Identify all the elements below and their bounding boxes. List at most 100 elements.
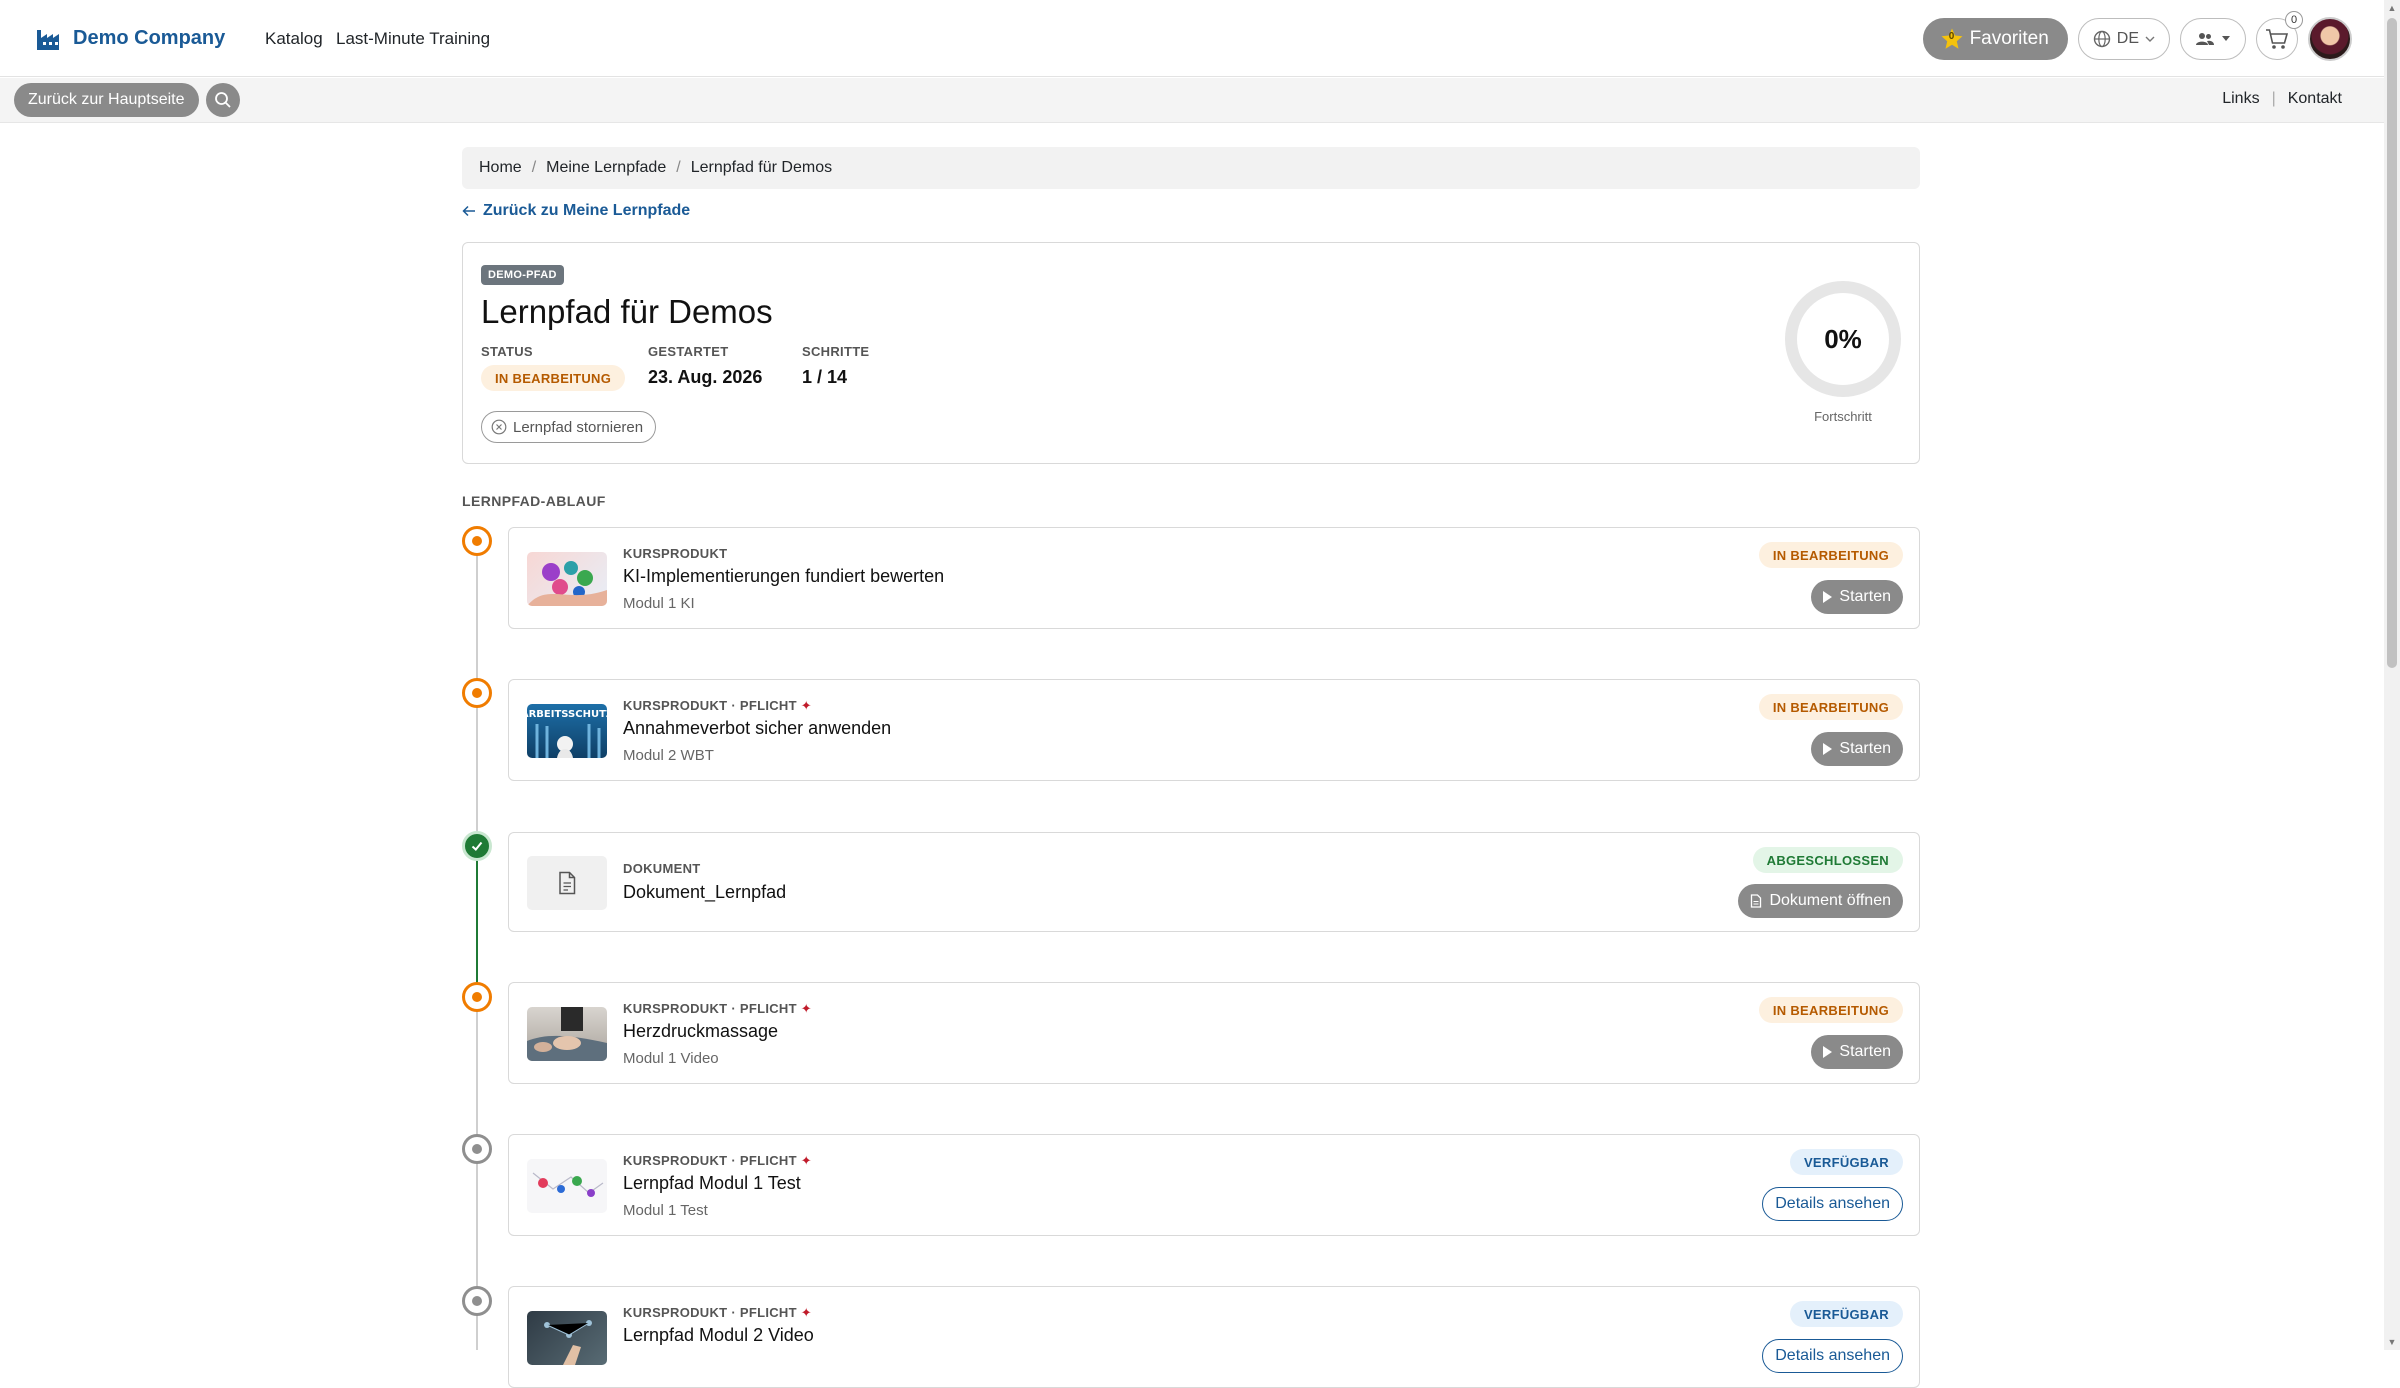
start-button[interactable]: Starten [1811, 580, 1903, 614]
start-label: Starten [1839, 1043, 1891, 1060]
step-card: KURSPRODUKT KI-Implementierungen fundier… [508, 527, 1920, 629]
arrow-left-icon [462, 205, 475, 217]
cart-count-badge: 0 [2285, 11, 2303, 29]
status-badge: IN BEARBEITUNG [1758, 542, 1903, 568]
step-type: KURSPRODUKT [623, 546, 728, 561]
language-code: DE [2116, 30, 2139, 47]
step-subtitle: Modul 2 WBT [623, 747, 714, 764]
page-scrollbar[interactable]: ▲ ▼ [2384, 0, 2400, 1350]
breadcrumb-separator: / [531, 159, 537, 176]
scroll-up-arrow[interactable]: ▲ [2387, 3, 2397, 13]
divider: | [2271, 90, 2276, 107]
step-card: KURSPRODUKT · PFLICHT ✦ Lernpfad Modul 2… [508, 1286, 1920, 1388]
view-details-button[interactable]: Details ansehen [1762, 1187, 1903, 1221]
course-thumbnail [527, 1311, 607, 1365]
favorites-count: 0 [1948, 31, 1955, 42]
status-label: STATUS [481, 344, 533, 359]
nav-link-last-minute-training[interactable]: Last-Minute Training [336, 29, 490, 49]
page-title: Lernpfad für Demos [481, 293, 773, 330]
step-title[interactable]: Dokument_Lernpfad [623, 882, 786, 903]
thumbnail-caption: ARBEITSSCHUTZ [527, 709, 607, 720]
step-subtitle: Modul 1 KI [623, 595, 695, 612]
start-button[interactable]: Starten [1811, 732, 1903, 766]
cancel-label: Lernpfad stornieren [513, 418, 644, 436]
contact-link[interactable]: Kontakt [2288, 90, 2342, 108]
status-badge: ABGESCHLOSSEN [1752, 847, 1903, 873]
started-label: GESTARTET [648, 344, 729, 359]
start-label: Starten [1839, 740, 1891, 757]
step-card: DOKUMENT Dokument_Lernpfad ABGESCHLOSSEN… [508, 832, 1920, 932]
chevron-down-icon [2145, 36, 2155, 42]
step-title[interactable]: Herzdruckmassage [623, 1021, 778, 1042]
open-document-button[interactable]: Dokument öffnen [1738, 884, 1903, 918]
step-title[interactable]: Lernpfad Modul 2 Video [623, 1325, 814, 1346]
play-icon [1823, 1046, 1833, 1058]
steps-block: SCHRITTE 1 / 14 [802, 344, 869, 388]
course-thumbnail [527, 1007, 607, 1061]
search-icon [215, 92, 231, 108]
top-navbar: Demo Company Katalog Last-Minute Trainin… [0, 0, 2384, 77]
status-badge: IN BEARBEITUNG [481, 365, 626, 391]
status-block: STATUS IN BEARBEITUNG [481, 344, 626, 391]
step-node-in-progress [462, 678, 492, 708]
back-to-learning-paths-link[interactable]: Zurück zu Meine Lernpfade [462, 202, 690, 220]
breadcrumb-my-learning-paths[interactable]: Meine Lernpfade [546, 159, 666, 177]
play-icon [1823, 591, 1833, 603]
cart-button[interactable]: 0 [2256, 11, 2303, 60]
step-type: DOKUMENT [623, 861, 701, 876]
step-subtitle: Modul 1 Test [623, 1202, 708, 1219]
status-badge: IN BEARBEITUNG [1758, 997, 1903, 1023]
back-to-home-button[interactable]: Zurück zur Hauptseite [14, 83, 199, 117]
progress-value: 0% [1824, 323, 1862, 354]
course-thumbnail [527, 1159, 607, 1213]
course-thumbnail [527, 552, 607, 606]
nav-link-katalog[interactable]: Katalog [265, 29, 323, 49]
favorites-button[interactable]: 0 Favoriten [1922, 18, 2068, 60]
star-icon: 0 [1940, 27, 1964, 51]
user-group-menu[interactable] [2180, 18, 2246, 60]
favorites-label: Favoriten [1969, 28, 2049, 49]
document-icon [1751, 894, 1762, 908]
brand-logo-link[interactable]: Demo Company [35, 23, 225, 53]
close-circle-icon [491, 419, 507, 435]
view-details-button[interactable]: Details ansehen [1762, 1339, 1903, 1373]
required-marker: ✦ [800, 1305, 812, 1320]
links-link[interactable]: Links [2222, 90, 2259, 108]
step-title[interactable]: Annahmeverbot sicher anwenden [623, 718, 891, 739]
steps-label: SCHRITTE [802, 344, 870, 359]
step-card: ARBEITSSCHUTZ KURSPRODUKT · PFLICHT ✦ An… [508, 679, 1920, 781]
step-node-available [462, 1134, 492, 1164]
start-button[interactable]: Starten [1811, 1035, 1903, 1069]
cancel-learning-path-button[interactable]: Lernpfad stornieren [481, 411, 657, 443]
status-badge: VERFÜGBAR [1789, 1301, 1903, 1327]
open-document-label: Dokument öffnen [1769, 892, 1891, 909]
document-thumbnail [527, 856, 607, 910]
step-title[interactable]: Lernpfad Modul 1 Test [623, 1173, 801, 1194]
section-title: LERNPFAD-ABLAUF [462, 493, 606, 509]
globe-icon [2093, 30, 2110, 48]
status-badge: VERFÜGBAR [1789, 1149, 1903, 1175]
factory-logo-icon [37, 30, 59, 50]
required-marker: ✦ [800, 1001, 812, 1016]
language-selector[interactable]: DE [2077, 18, 2170, 60]
back-link-label: Zurück zu Meine Lernpfade [483, 202, 691, 219]
course-thumbnail: ARBEITSSCHUTZ [527, 704, 607, 758]
breadcrumb-home[interactable]: Home [479, 159, 522, 177]
step-type: KURSPRODUKT · PFLICHT ✦ [623, 698, 812, 713]
user-avatar[interactable] [2308, 17, 2352, 61]
breadcrumb: Home / Meine Lernpfade / Lernpfad für De… [462, 147, 1920, 189]
learning-path-summary-card: DEMO-PFAD Lernpfad für Demos STATUS IN B… [462, 242, 1920, 464]
step-node-available [462, 1286, 492, 1316]
sub-navbar: Zurück zur Hauptseite Links | Kontakt [0, 78, 2384, 123]
users-icon [2196, 33, 2214, 45]
step-type: KURSPRODUKT · PFLICHT ✦ [623, 1305, 812, 1320]
started-block: GESTARTET 23. Aug. 2026 [648, 344, 762, 388]
check-icon [471, 841, 483, 851]
scroll-down-arrow[interactable]: ▼ [2387, 1337, 2397, 1347]
scrollbar-thumb[interactable] [2387, 18, 2397, 668]
search-button[interactable] [206, 83, 240, 117]
step-title[interactable]: KI-Implementierungen fundiert bewerten [623, 566, 944, 587]
required-marker: ✦ [800, 698, 812, 713]
cart-icon [2266, 29, 2289, 49]
started-date: 23. Aug. 2026 [648, 367, 763, 387]
